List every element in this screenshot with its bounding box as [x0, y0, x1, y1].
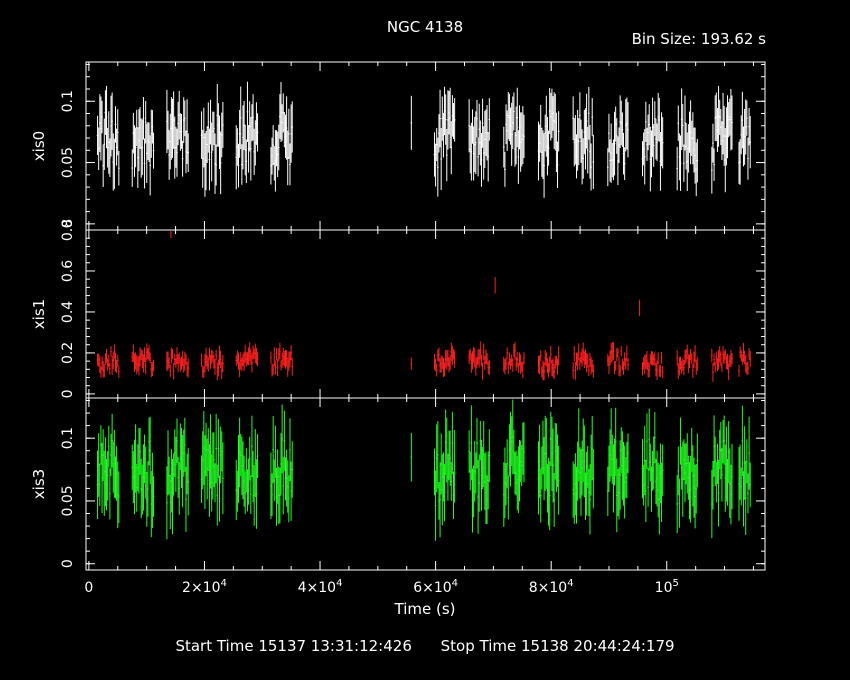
series-xis0 [96, 81, 752, 198]
x-axis-label: Time (s) [394, 600, 456, 618]
x-tick-label-2: 4×104 [298, 578, 343, 596]
series-xis1 [96, 231, 752, 382]
y-tick-label-xis0-2: 0.1 [60, 90, 76, 112]
y-tick-label-xis3-1: 0.05 [60, 485, 76, 516]
lightcurve-plot: 0 0.05 0.1 xis0 0 0.2 0.4 0.6 0.8 xis1 0 0.05 0.1 xis… [30, 61, 766, 596]
lightcurve-figure: 0 0.05 0.1 xis0 0 0.2 0.4 0.6 0.8 xis1 0 0.05 0.1 xis… [0, 0, 850, 680]
y-tick-label-xis1-4: 0.8 [60, 219, 76, 241]
x-tick-label-5: 105 [655, 578, 679, 596]
y-tick-label-xis1-1: 0.2 [60, 342, 76, 364]
y-axis-label-xis3: xis3 [30, 469, 48, 499]
time-range-footer: Start Time 15137 13:31:12:426 Stop Time … [0, 637, 850, 655]
bin-size-label: Bin Size: 193.62 s [631, 30, 766, 48]
y-tick-label-xis0-1: 0.05 [60, 147, 76, 178]
y-tick-label-xis1-3: 0.6 [60, 260, 76, 282]
x-tick-label-4: 8×104 [529, 578, 574, 596]
start-time-label: Start Time 15137 13:31:12:426 [175, 637, 412, 655]
y-tick-label-xis3-0: 0 [60, 559, 76, 568]
x-tick-label-0: 0 [84, 580, 93, 596]
stop-time-label: Stop Time 15138 20:44:24:179 [440, 637, 675, 655]
x-tick-label-1: 2×104 [182, 578, 227, 596]
x-tick-label-3: 6×104 [413, 578, 458, 596]
y-axis-label-xis0: xis0 [30, 131, 48, 161]
series-xis3 [96, 399, 752, 541]
y-tick-label-xis1-0: 0 [60, 389, 76, 398]
y-tick-label-xis1-2: 0.4 [60, 301, 76, 323]
y-axis-label-xis1: xis1 [30, 299, 48, 329]
y-tick-label-xis3-2: 0.1 [60, 427, 76, 449]
